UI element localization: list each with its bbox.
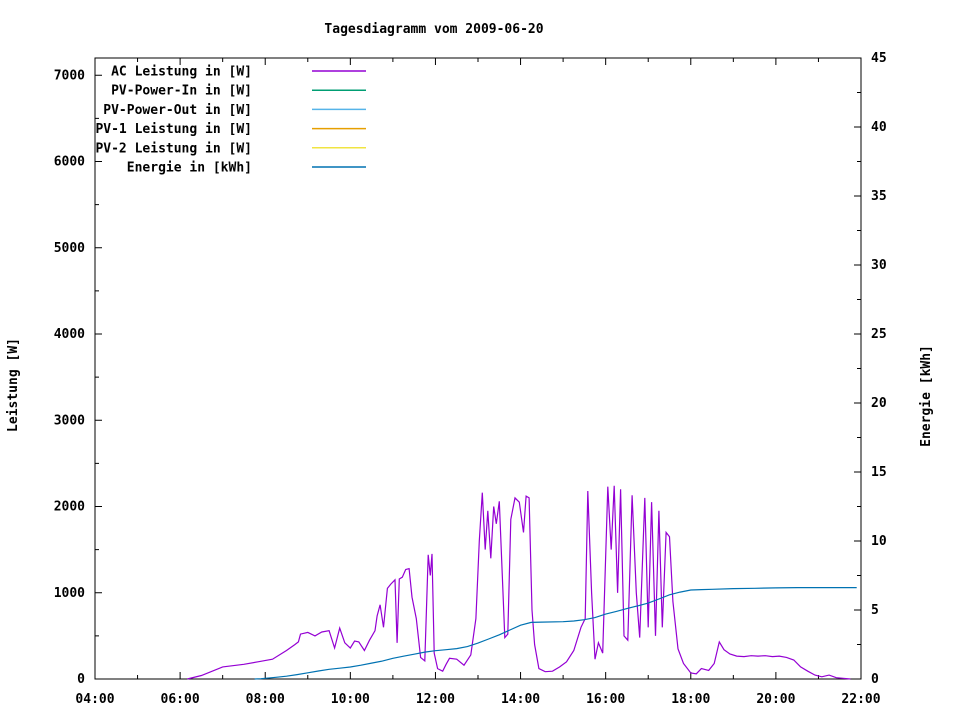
y-right-tick-label: 35	[871, 189, 887, 204]
y-left-tick-label: 6000	[54, 155, 85, 170]
y-left-tick-label: 0	[77, 672, 85, 687]
legend-label-pv-1-leistung-in-w: PV-1 Leistung in [W]	[95, 122, 252, 137]
x-tick-label: 12:00	[416, 692, 455, 707]
y-right-tick-label: 15	[871, 465, 887, 480]
x-tick-label: 14:00	[501, 692, 540, 707]
chart-legend: AC Leistung in [W] PV-Power-In in [W] PV-P…	[95, 65, 366, 176]
legend-label-energie-in-kwh: Energie in [kWh]	[127, 161, 252, 176]
y-right-tick-label: 5	[871, 603, 879, 618]
y-left-tick-label: 5000	[54, 241, 85, 256]
gnuplot-canvas: Tagesdiagramm vom 2009-06-20 Leistung [W…	[0, 0, 960, 720]
legend-label-pv-power-out-in-w: PV-Power-Out in [W]	[103, 103, 252, 118]
chart-series	[187, 485, 857, 680]
y-left-tick-label: 7000	[54, 68, 85, 83]
legend-label-pv-2-leistung-in-w: PV-2 Leistung in [W]	[95, 141, 252, 156]
y-left-tick-label: 1000	[54, 586, 85, 601]
x-tick-label: 18:00	[671, 692, 710, 707]
y-left-tick-label: 2000	[54, 500, 85, 515]
series-energie-in-kwh	[254, 586, 857, 680]
y-right-tick-label: 45	[871, 51, 887, 66]
x-tick-label: 20:00	[756, 692, 795, 707]
y-right-tick-label: 40	[871, 120, 887, 135]
tagesdiagramm-chart: Tagesdiagramm vom 2009-06-20 Leistung [W…	[6, 22, 934, 707]
x-tick-label: 04:00	[75, 692, 114, 707]
y-right-tick-label: 20	[871, 396, 887, 411]
y-right-axis-title: Energie [kWh]	[919, 345, 934, 447]
y-left-tick-label: 3000	[54, 413, 85, 428]
legend-label-ac-leistung-in-w: AC Leistung in [W]	[111, 65, 252, 80]
x-tick-label: 06:00	[161, 692, 200, 707]
y-left-axis-title: Leistung [W]	[6, 338, 21, 432]
series-ac-leistung-in-w	[187, 485, 851, 680]
y-right-tick-label: 30	[871, 258, 887, 273]
x-tick-label: 10:00	[331, 692, 370, 707]
chart-title: Tagesdiagramm vom 2009-06-20	[324, 22, 543, 37]
x-tick-label: 08:00	[246, 692, 285, 707]
y-left-tick-label: 4000	[54, 327, 85, 342]
x-tick-label: 16:00	[586, 692, 625, 707]
y-right-tick-label: 0	[871, 672, 879, 687]
y-right-tick-label: 10	[871, 534, 887, 549]
legend-label-pv-power-in-in-w: PV-Power-In in [W]	[111, 84, 252, 99]
y-right-tick-label: 25	[871, 327, 887, 342]
x-tick-label: 22:00	[841, 692, 880, 707]
